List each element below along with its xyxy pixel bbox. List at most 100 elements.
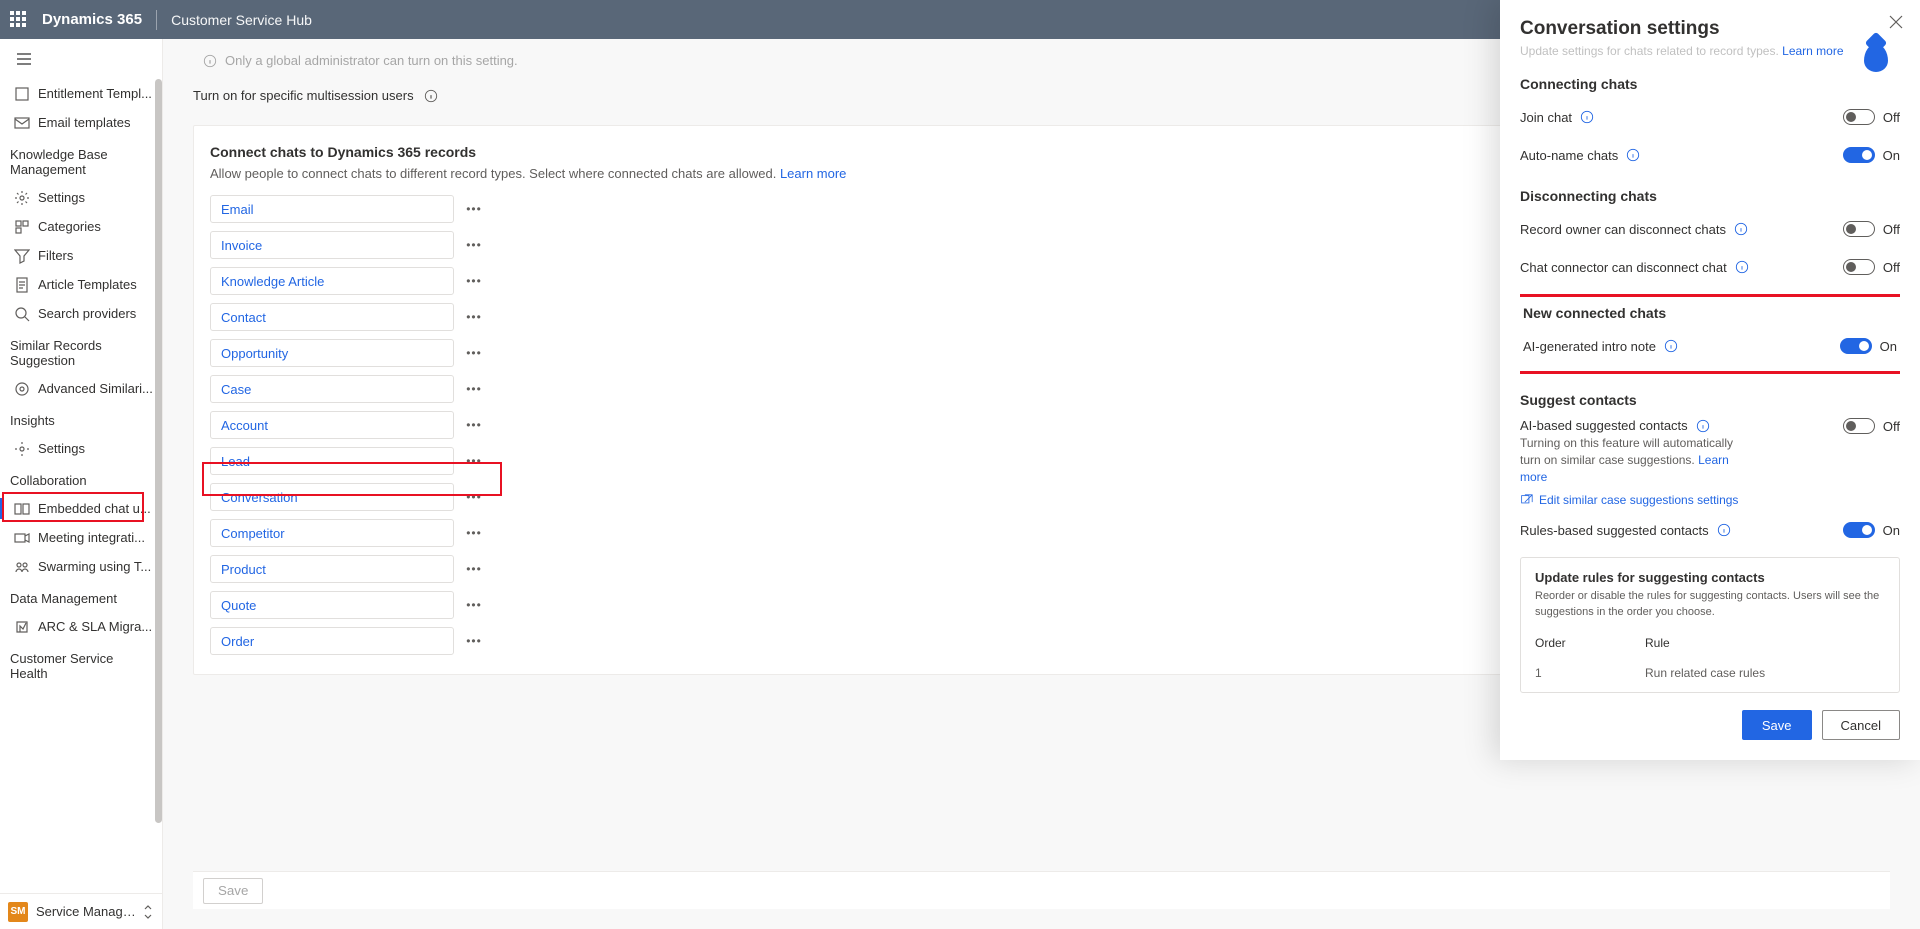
rules-sub: Reorder or disable the rules for suggest… bbox=[1535, 589, 1885, 620]
more-actions-button[interactable]: ••• bbox=[462, 238, 486, 252]
nav-label: Swarming using T... bbox=[38, 559, 151, 574]
nav-heading-cshealth: Customer Service Health bbox=[0, 641, 160, 687]
more-actions-button[interactable]: ••• bbox=[462, 202, 486, 216]
learn-more-link[interactable]: Learn more bbox=[780, 166, 846, 181]
rules-title: Update rules for suggesting contacts bbox=[1535, 570, 1885, 585]
more-actions-button[interactable]: ••• bbox=[462, 382, 486, 396]
record-type-link[interactable]: Knowledge Article bbox=[210, 267, 454, 295]
record-type-link[interactable]: Contact bbox=[210, 303, 454, 331]
owner-disconnect-toggle[interactable]: Off bbox=[1843, 221, 1900, 237]
nav-scroll: Entitlement Templ... Email templates Kno… bbox=[0, 79, 162, 893]
record-type-link[interactable]: Account bbox=[210, 411, 454, 439]
nav-meeting-integration[interactable]: Meeting integrati... bbox=[0, 523, 160, 552]
nav-label: Filters bbox=[38, 248, 73, 263]
panel-truncated-desc: Update settings for chats related to rec… bbox=[1520, 44, 1900, 58]
record-type-link[interactable]: Invoice bbox=[210, 231, 454, 259]
panel-footer: Save Cancel bbox=[1520, 696, 1900, 740]
nav-arc-sla[interactable]: ARC & SLA Migra... bbox=[0, 612, 160, 641]
more-actions-button[interactable]: ••• bbox=[462, 490, 486, 504]
record-type-link[interactable]: Competitor bbox=[210, 519, 454, 547]
nav-advanced-similarity[interactable]: Advanced Similari... bbox=[0, 374, 160, 403]
nav-search-providers[interactable]: Search providers bbox=[0, 299, 160, 328]
chevron-updown-icon bbox=[142, 904, 154, 920]
edit-similar-link[interactable]: Edit similar case suggestions settings bbox=[1520, 493, 1740, 507]
join-chat-label: Join chat bbox=[1520, 110, 1572, 125]
rules-suggest-label: Rules-based suggested contacts bbox=[1520, 523, 1709, 538]
section-connecting: Connecting chats bbox=[1520, 76, 1900, 92]
nav-heading-kb: Knowledge Base Management bbox=[0, 137, 160, 183]
nav-article-templates[interactable]: Article Templates bbox=[0, 270, 160, 299]
nav-embedded-chat[interactable]: Embedded chat u... bbox=[0, 494, 160, 523]
more-actions-button[interactable]: ••• bbox=[462, 346, 486, 360]
nav-filters[interactable]: Filters bbox=[0, 241, 160, 270]
record-type-link[interactable]: Case bbox=[210, 375, 454, 403]
auto-name-label: Auto-name chats bbox=[1520, 148, 1618, 163]
ai-suggest-toggle[interactable]: Off bbox=[1843, 418, 1900, 434]
area-chip: SM bbox=[8, 902, 28, 922]
more-actions-button[interactable]: ••• bbox=[462, 634, 486, 648]
nav-label: Article Templates bbox=[38, 277, 137, 292]
app-launcher-icon[interactable] bbox=[10, 11, 28, 29]
ai-intro-toggle[interactable]: On bbox=[1840, 338, 1897, 354]
record-type-link[interactable]: Product bbox=[210, 555, 454, 583]
nav-label: Email templates bbox=[38, 115, 130, 130]
rules-header: Order Rule bbox=[1535, 630, 1885, 656]
record-type-link[interactable]: Order bbox=[210, 627, 454, 655]
auto-name-toggle[interactable]: On bbox=[1843, 147, 1900, 163]
info-icon[interactable] bbox=[424, 89, 438, 103]
save-button-disabled: Save bbox=[203, 878, 263, 904]
ai-suggest-help: Turning on this feature will automatical… bbox=[1520, 435, 1740, 485]
nav-entitlement-templates[interactable]: Entitlement Templ... bbox=[0, 79, 160, 108]
nav-heading-insights: Insights bbox=[0, 403, 160, 434]
nav-label: Settings bbox=[38, 441, 85, 456]
record-type-link[interactable]: Lead bbox=[210, 447, 454, 475]
panel-cancel-button[interactable]: Cancel bbox=[1822, 710, 1900, 740]
nav-swarming[interactable]: Swarming using T... bbox=[0, 552, 160, 581]
sidebar: Entitlement Templ... Email templates Kno… bbox=[0, 39, 163, 929]
ai-intro-label: AI-generated intro note bbox=[1523, 339, 1656, 354]
area-switcher[interactable]: SM Service Managem... bbox=[0, 893, 162, 929]
info-icon[interactable] bbox=[1580, 110, 1594, 124]
more-actions-button[interactable]: ••• bbox=[462, 562, 486, 576]
more-actions-button[interactable]: ••• bbox=[462, 274, 486, 288]
close-button[interactable] bbox=[1888, 14, 1904, 30]
more-actions-button[interactable]: ••• bbox=[462, 598, 486, 612]
rules-suggest-toggle[interactable]: On bbox=[1843, 522, 1900, 538]
more-actions-button[interactable]: ••• bbox=[462, 454, 486, 468]
nav-email-templates[interactable]: Email templates bbox=[0, 108, 160, 137]
nav-heading-data: Data Management bbox=[0, 581, 160, 612]
brand: Dynamics 365 bbox=[42, 11, 142, 28]
settings-panel: Conversation settings Update settings fo… bbox=[1500, 0, 1920, 760]
join-chat-toggle[interactable]: Off bbox=[1843, 109, 1900, 125]
nav-settings[interactable]: Settings bbox=[0, 183, 160, 212]
nav-label: Entitlement Templ... bbox=[38, 86, 152, 101]
info-icon[interactable] bbox=[1717, 523, 1731, 537]
more-actions-button[interactable]: ••• bbox=[462, 418, 486, 432]
more-actions-button[interactable]: ••• bbox=[462, 526, 486, 540]
info-icon[interactable] bbox=[1626, 148, 1640, 162]
more-actions-button[interactable]: ••• bbox=[462, 310, 486, 324]
info-icon[interactable] bbox=[1734, 222, 1748, 236]
rules-box: Update rules for suggesting contacts Reo… bbox=[1520, 557, 1900, 693]
nav-label: Advanced Similari... bbox=[38, 381, 153, 396]
panel-save-button[interactable]: Save bbox=[1742, 710, 1812, 740]
nav-categories[interactable]: Categories bbox=[0, 212, 160, 241]
area-label: Service Managem... bbox=[36, 904, 142, 919]
info-icon[interactable] bbox=[1696, 419, 1710, 433]
nav-label: Categories bbox=[38, 219, 101, 234]
info-icon[interactable] bbox=[1735, 260, 1749, 274]
record-type-link[interactable]: Conversation bbox=[210, 483, 454, 511]
learn-more-link[interactable]: Learn more bbox=[1782, 44, 1843, 58]
info-icon[interactable] bbox=[1664, 339, 1678, 353]
panel-title: Conversation settings bbox=[1520, 18, 1900, 40]
nav-insights-settings[interactable]: Settings bbox=[0, 434, 160, 463]
nav-collapse-button[interactable] bbox=[0, 39, 162, 79]
nav-label: Search providers bbox=[38, 306, 136, 321]
rules-row[interactable]: 1 Run related case rules bbox=[1535, 656, 1885, 680]
owner-disconnect-label: Record owner can disconnect chats bbox=[1520, 222, 1726, 237]
record-type-link[interactable]: Email bbox=[210, 195, 454, 223]
record-type-link[interactable]: Quote bbox=[210, 591, 454, 619]
record-type-link[interactable]: Opportunity bbox=[210, 339, 454, 367]
connector-disconnect-toggle[interactable]: Off bbox=[1843, 259, 1900, 275]
connector-disconnect-label: Chat connector can disconnect chat bbox=[1520, 260, 1727, 275]
